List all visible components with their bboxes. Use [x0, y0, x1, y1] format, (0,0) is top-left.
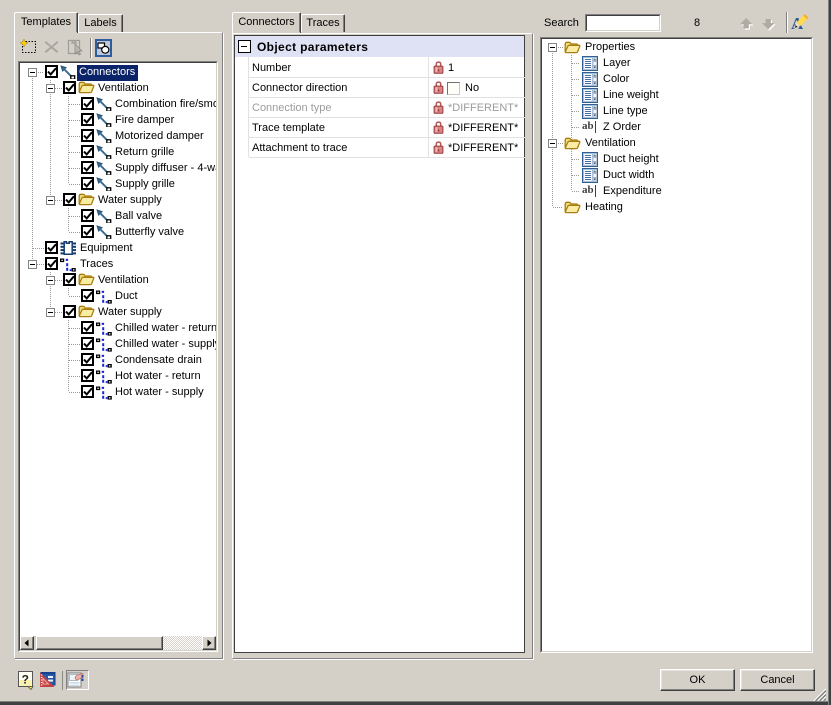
svg-text:?: ?	[22, 673, 29, 687]
